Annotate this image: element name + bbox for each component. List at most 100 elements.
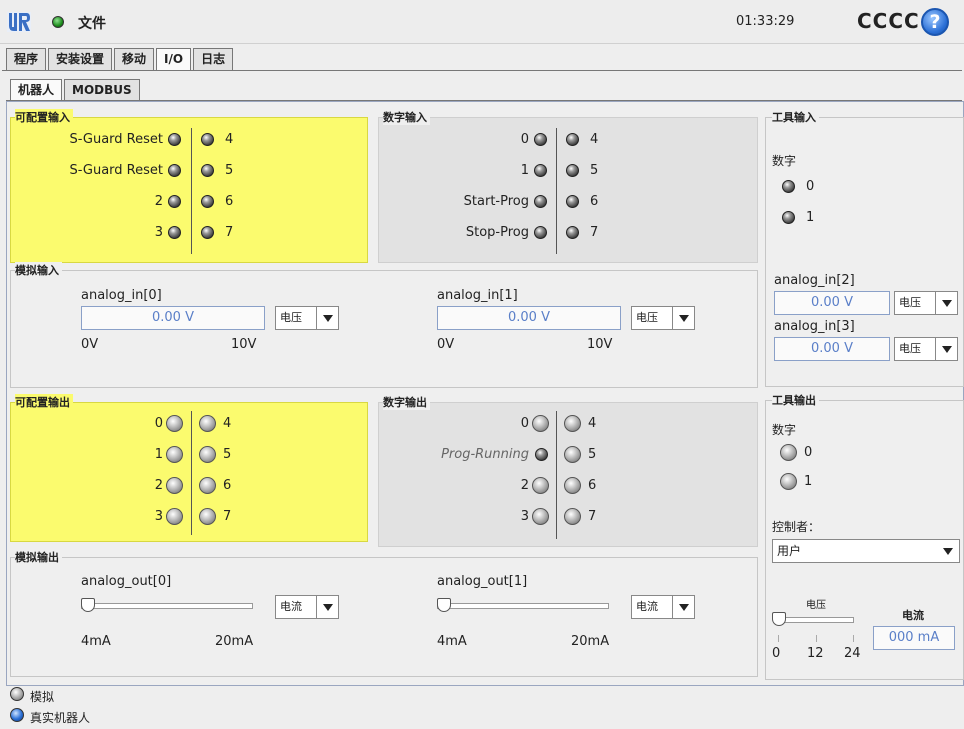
co-label: 0 bbox=[154, 416, 163, 431]
output-button[interactable] bbox=[199, 477, 216, 494]
led-icon bbox=[168, 195, 181, 208]
led-icon bbox=[566, 164, 579, 177]
real-robot-label[interactable]: 真实机器人 bbox=[30, 709, 90, 726]
voltage-tick-24: 24 bbox=[844, 646, 861, 661]
output-button[interactable] bbox=[166, 415, 183, 432]
analog-out-1-max: 20mA bbox=[571, 634, 610, 649]
tab-program[interactable]: 程序 bbox=[6, 48, 47, 70]
analog-out-0-slider-track[interactable] bbox=[81, 603, 253, 609]
chevron-down-icon[interactable] bbox=[935, 292, 957, 314]
analog-out-0-mode-select[interactable]: 电流 bbox=[275, 595, 339, 619]
ur-logo-icon[interactable] bbox=[7, 10, 31, 34]
led-icon bbox=[168, 133, 181, 146]
ci-label: 2 bbox=[154, 194, 163, 209]
di-label: Start-Prog bbox=[463, 194, 529, 209]
output-button[interactable] bbox=[532, 477, 549, 494]
output-button[interactable] bbox=[199, 415, 216, 432]
digital-outputs-panel: 数字输出 0 Prog-Running 2 3 4 5 6 7 bbox=[378, 394, 758, 547]
tool-outputs-panel: 工具输出 数字 0 1 控制者： 用户 电压 电流 0 12 24 000 mA bbox=[765, 392, 964, 680]
analog-in-3-value: 0.00 V bbox=[774, 337, 890, 361]
analog-inputs-panel: 模拟输入 analog_in[0] 0.00 V 电压 0V 10V analo… bbox=[10, 262, 758, 388]
tab-divider bbox=[2, 70, 962, 71]
di-label: 5 bbox=[590, 163, 599, 178]
current-label: 电流 bbox=[902, 609, 924, 622]
analog-in-1-max: 10V bbox=[587, 337, 613, 352]
select-value: 电压 bbox=[899, 296, 921, 309]
real-robot-radio[interactable] bbox=[10, 708, 24, 722]
top-bar: 文件 01:33:29 CCCC ? bbox=[0, 0, 964, 44]
analog-out-1-slider-track[interactable] bbox=[437, 603, 609, 609]
analog-outputs-title: 模拟输出 bbox=[15, 549, 62, 565]
analog-out-0-slider-handle[interactable] bbox=[81, 598, 95, 612]
do-label: 7 bbox=[588, 509, 597, 524]
chevron-down-icon[interactable] bbox=[937, 540, 959, 562]
tick bbox=[778, 635, 779, 642]
chevron-down-icon[interactable] bbox=[316, 307, 338, 329]
output-button[interactable] bbox=[564, 508, 581, 525]
tab-robot[interactable]: 机器人 bbox=[10, 79, 63, 101]
select-value: 用户 bbox=[777, 544, 802, 558]
tab-move[interactable]: 移动 bbox=[114, 48, 155, 70]
output-button[interactable] bbox=[780, 444, 797, 461]
file-menu[interactable]: 文件 bbox=[78, 13, 106, 33]
do-label: 0 bbox=[520, 416, 529, 431]
help-icon[interactable]: ? bbox=[921, 8, 949, 36]
output-button[interactable] bbox=[199, 446, 216, 463]
led-icon bbox=[201, 164, 214, 177]
status-led-icon bbox=[52, 16, 64, 28]
chevron-down-icon[interactable] bbox=[672, 307, 694, 329]
analog-in-2-mode-select[interactable]: 电压 bbox=[894, 291, 958, 315]
voltage-slider-handle[interactable] bbox=[772, 612, 786, 626]
analog-in-2-label: analog_in[2] bbox=[774, 273, 855, 288]
output-button[interactable] bbox=[532, 508, 549, 525]
divider bbox=[191, 128, 192, 254]
led-icon bbox=[782, 180, 795, 193]
tool-outputs-title: 工具输出 bbox=[772, 392, 819, 408]
main-tabs: 程序 安装设置 移动 I/O 日志 bbox=[6, 48, 235, 70]
led-icon bbox=[534, 164, 547, 177]
analog-in-3-mode-select[interactable]: 电压 bbox=[894, 337, 958, 361]
select-value: 电压 bbox=[636, 311, 658, 324]
analog-in-1-mode-select[interactable]: 电压 bbox=[631, 306, 695, 330]
do-label: 6 bbox=[588, 478, 597, 493]
analog-out-1-mode-select[interactable]: 电流 bbox=[631, 595, 695, 619]
output-button[interactable] bbox=[166, 508, 183, 525]
analog-out-1-slider-handle[interactable] bbox=[437, 598, 451, 612]
configurable-outputs-panel: 可配置输出 0 1 2 3 4 5 6 7 bbox=[10, 394, 368, 542]
analog-in-0-value: 0.00 V bbox=[81, 306, 265, 330]
analog-in-0-mode-select[interactable]: 电压 bbox=[275, 306, 339, 330]
output-button[interactable] bbox=[166, 477, 183, 494]
chevron-down-icon[interactable] bbox=[672, 596, 694, 618]
configurable-inputs-title: 可配置输入 bbox=[15, 109, 73, 125]
led-icon bbox=[534, 133, 547, 146]
output-button[interactable] bbox=[780, 473, 797, 490]
voltage-slider-track[interactable] bbox=[778, 617, 854, 623]
analog-outputs-panel: 模拟输出 analog_out[0] 电流 4mA 20mA analog_ou… bbox=[10, 549, 758, 677]
divider bbox=[556, 411, 557, 539]
output-button[interactable] bbox=[564, 446, 581, 463]
analog-inputs-title: 模拟输入 bbox=[15, 262, 62, 278]
tab-log[interactable]: 日志 bbox=[193, 48, 234, 70]
select-value: 电压 bbox=[899, 342, 921, 355]
tab-installation[interactable]: 安装设置 bbox=[48, 48, 113, 70]
chevron-down-icon[interactable] bbox=[935, 338, 957, 360]
tool-digital-label: 数字 bbox=[772, 154, 797, 168]
tab-io[interactable]: I/O bbox=[156, 48, 192, 70]
simulation-radio[interactable] bbox=[10, 687, 24, 701]
simulation-label[interactable]: 模拟 bbox=[30, 688, 54, 705]
output-button[interactable] bbox=[166, 446, 183, 463]
configurable-inputs-panel: 可配置输入 S-Guard Reset S-Guard Reset 2 3 4 … bbox=[10, 109, 368, 263]
do-label: Prog-Running bbox=[441, 447, 529, 462]
chevron-down-icon[interactable] bbox=[316, 596, 338, 618]
do-label: 5 bbox=[588, 447, 597, 462]
tab-modbus[interactable]: MODBUS bbox=[64, 79, 140, 101]
led-icon bbox=[168, 164, 181, 177]
led-icon bbox=[535, 448, 548, 461]
output-button[interactable] bbox=[564, 477, 581, 494]
output-button[interactable] bbox=[199, 508, 216, 525]
analog-in-1-value: 0.00 V bbox=[437, 306, 621, 330]
output-button[interactable] bbox=[564, 415, 581, 432]
output-button[interactable] bbox=[532, 415, 549, 432]
do-label: 4 bbox=[588, 416, 597, 431]
controller-select[interactable]: 用户 bbox=[772, 539, 960, 563]
